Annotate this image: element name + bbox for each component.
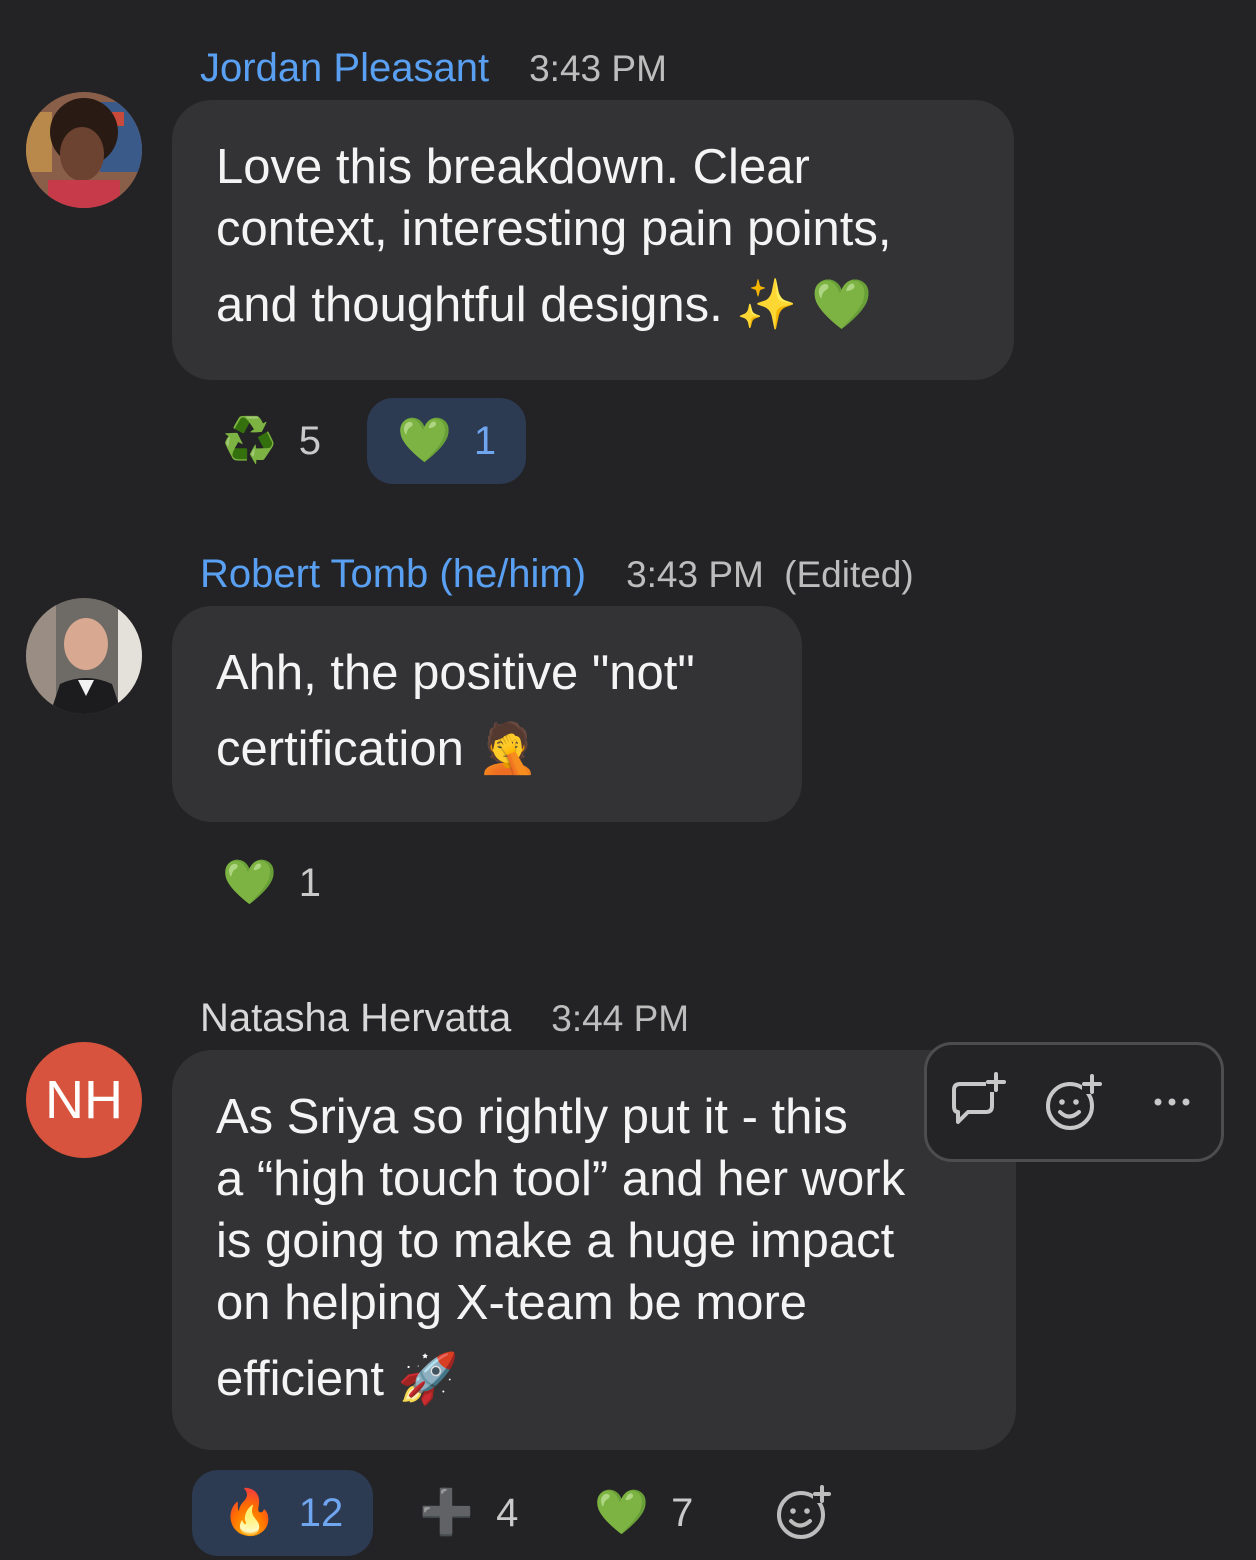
- add-reaction-icon: [1046, 1074, 1102, 1130]
- reply-thread-icon: [952, 1072, 1006, 1124]
- green-heart-emoji-icon: 💚: [222, 858, 277, 907]
- add-reaction-button[interactable]: [739, 1470, 835, 1556]
- reaction-count: 7: [671, 1490, 694, 1535]
- message-header: Robert Tomb (he/him) 3:43 PM (Edited): [200, 552, 914, 597]
- message-line: on helping X-team be more: [216, 1276, 808, 1330]
- reaction-bar: ♻️ 5 💚 1: [192, 398, 527, 484]
- message-header: Jordan Pleasant 3:43 PM: [200, 46, 667, 91]
- message-header: Natasha Hervatta 3:44 PM: [200, 996, 689, 1041]
- message-line: Love this breakdown. Clear: [216, 140, 810, 194]
- add-reaction-icon: [777, 1485, 832, 1539]
- message-bubble: Ahh, the positive "not" certification 🤦: [172, 606, 802, 822]
- reaction-green-heart[interactable]: 💚 1: [192, 840, 351, 926]
- reaction-count: 5: [298, 418, 322, 463]
- message-line: efficient 🚀: [216, 1352, 459, 1406]
- fire-emoji-icon: 🔥: [222, 1488, 277, 1537]
- message-line: is going to make a huge impact: [216, 1214, 895, 1268]
- recycle-emoji-icon: ♻️: [222, 416, 277, 465]
- reaction-count: 4: [496, 1490, 519, 1535]
- reaction-green-heart[interactable]: 💚 1: [367, 398, 527, 484]
- avatar[interactable]: NH: [26, 1042, 142, 1158]
- author-name[interactable]: Jordan Pleasant: [200, 46, 489, 91]
- green-heart-emoji-icon: 💚: [594, 1488, 650, 1537]
- reply-in-thread-button[interactable]: [941, 1067, 1011, 1137]
- message-line: Ahh, the positive "not": [216, 646, 695, 700]
- avatar[interactable]: [26, 92, 142, 208]
- more-options-icon: [1154, 1098, 1190, 1106]
- author-name[interactable]: Natasha Hervatta: [200, 996, 511, 1041]
- message-line: a “high touch tool” and her work: [216, 1152, 906, 1206]
- green-heart-emoji-icon: 💚: [397, 416, 452, 465]
- more-options-button[interactable]: [1137, 1067, 1207, 1137]
- timestamp: 3:44 PM: [551, 998, 690, 1039]
- message-hover-toolbar: [924, 1042, 1224, 1162]
- reaction-recycle[interactable]: ♻️ 5: [192, 398, 351, 484]
- timestamp-time: 3:43 PM: [626, 554, 764, 595]
- reaction-green-heart[interactable]: 💚 7: [564, 1470, 723, 1556]
- reaction-bar: 🔥 12 ➕ 4 💚 7: [192, 1470, 835, 1556]
- avatar[interactable]: [26, 598, 142, 714]
- reaction-count: 1: [298, 860, 322, 905]
- message-line: As Sriya so rightly put it - this: [216, 1090, 848, 1144]
- message-bubble: Love this breakdown. Clear context, inte…: [172, 100, 1014, 380]
- avatar-initials: NH: [45, 1070, 123, 1130]
- timestamp: 3:43 PM: [529, 48, 667, 89]
- message-line: and thoughtful designs. ✨ 💚: [216, 278, 872, 332]
- reaction-count: 12: [298, 1490, 344, 1535]
- message-line: certification 🤦: [216, 722, 539, 776]
- author-name[interactable]: Robert Tomb (he/him): [200, 552, 586, 597]
- timestamp: 3:43 PM (Edited): [626, 554, 914, 596]
- message-bubble: As Sriya so rightly put it - this a “hig…: [172, 1050, 1016, 1450]
- edited-label: (Edited): [784, 554, 914, 595]
- reaction-fire[interactable]: 🔥 12: [192, 1470, 374, 1556]
- reaction-plus[interactable]: ➕ 4: [389, 1470, 548, 1556]
- add-reaction-toolbar-button[interactable]: [1039, 1067, 1109, 1137]
- reaction-bar: 💚 1: [192, 840, 351, 926]
- plus-emoji-icon: ➕: [419, 1488, 475, 1537]
- reaction-count: 1: [473, 418, 497, 463]
- message-line: context, interesting pain points,: [216, 202, 892, 256]
